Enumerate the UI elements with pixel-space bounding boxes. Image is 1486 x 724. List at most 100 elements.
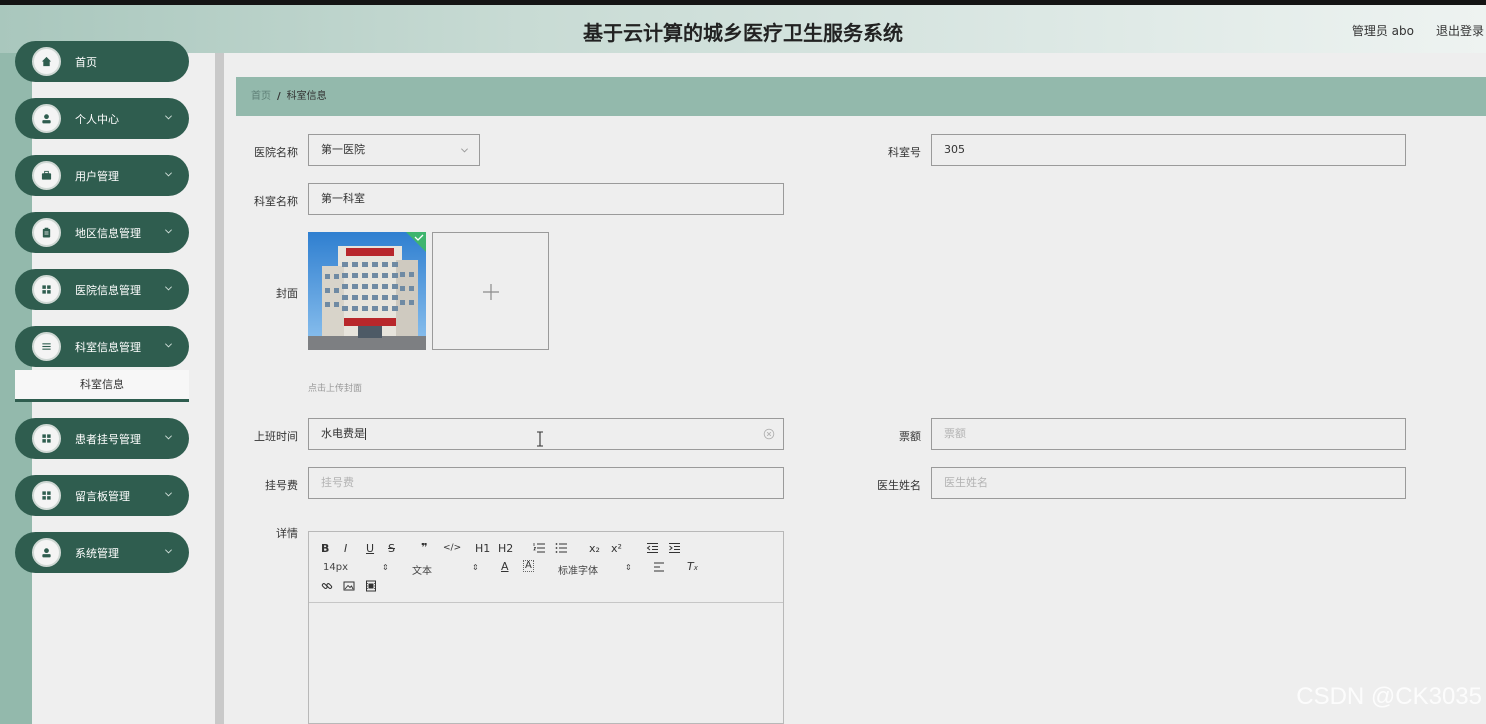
chevron-down-icon: [165, 286, 172, 291]
dept-name-label: 科室名称: [254, 195, 298, 208]
detail-label: 详情: [276, 527, 298, 540]
current-user-label: 管理员 abo: [1351, 24, 1414, 38]
home-icon: [32, 47, 61, 76]
sidebar-item-label: 个人中心: [75, 113, 119, 126]
text-style-select[interactable]: 文本: [412, 562, 432, 577]
indent-icon[interactable]: [668, 542, 681, 554]
hospital-name-label: 医院名称: [254, 146, 298, 159]
grid-icon: [32, 481, 61, 510]
sidebar-item-label: 系统管理: [75, 547, 119, 560]
background-color-icon[interactable]: A: [523, 560, 534, 572]
doctor-name-label: 医生姓名: [877, 479, 921, 492]
font-size-arrows-icon: ⇕: [382, 563, 389, 572]
hospital-building-image: [308, 232, 426, 350]
breadcrumb-home-link[interactable]: 首页: [251, 91, 271, 102]
breadcrumb: 首页 / 科室信息: [236, 77, 1486, 116]
italic-button[interactable]: I: [344, 542, 347, 555]
blockquote-button[interactable]: ❞: [421, 541, 427, 554]
text-caret: [365, 428, 366, 440]
upload-cover-hint: 点击上传封面: [308, 384, 363, 394]
room-no-label: 科室号: [888, 146, 921, 159]
chevron-down-icon: [165, 492, 172, 497]
grid-icon: [32, 424, 61, 453]
video-icon[interactable]: [365, 580, 377, 592]
room-no-input[interactable]: 305: [931, 134, 1406, 166]
rich-text-editor: B I U S ❞ </> H1 H2 x₂ x² 14px ⇕ 文本 ⇕ A …: [308, 531, 784, 724]
app-header: 基于云计算的城乡医疗卫生服务系统 管理员 abo 退出登录: [0, 5, 1486, 53]
doctor-name-input[interactable]: 医生姓名: [931, 467, 1406, 499]
text-style-arrows-icon: ⇕: [472, 563, 479, 572]
work-time-input[interactable]: 水电费是: [308, 418, 784, 450]
code-block-button[interactable]: </>: [443, 543, 461, 553]
sidebar-item-region-management[interactable]: 地区信息管理: [15, 212, 189, 253]
sidebar-item-label: 地区信息管理: [75, 227, 141, 240]
underline-button[interactable]: U: [366, 542, 374, 555]
clear-icon[interactable]: [763, 428, 775, 440]
chevron-down-icon: [165, 435, 172, 440]
work-time-label: 上班时间: [254, 430, 298, 443]
sidebar-item-label: 用户管理: [75, 170, 119, 183]
sidebar-item-system-management[interactable]: 系统管理: [15, 532, 189, 573]
sidebar-item-home[interactable]: 首页: [15, 41, 189, 82]
work-time-value: 水电费是: [321, 427, 365, 440]
watermark: CSDN @CK3035: [1296, 683, 1482, 710]
sidebar-item-registration-management[interactable]: 患者挂号管理: [15, 418, 189, 459]
user-icon: [32, 104, 61, 133]
sidebar-item-label: 医院信息管理: [75, 284, 141, 297]
clear-format-icon[interactable]: Tx: [687, 560, 698, 573]
sidebar-item-hospital-management[interactable]: 医院信息管理: [15, 269, 189, 310]
sidebar-item-personal-center[interactable]: 个人中心: [15, 98, 189, 139]
chevron-down-icon: [165, 549, 172, 554]
superscript-button[interactable]: x²: [611, 542, 622, 555]
subscript-button[interactable]: x₂: [589, 542, 600, 555]
cover-image[interactable]: [308, 232, 426, 350]
ordered-list-icon[interactable]: [533, 542, 546, 554]
breadcrumb-current: 科室信息: [286, 91, 327, 102]
sidebar-item-user-management[interactable]: 用户管理: [15, 155, 189, 196]
breadcrumb-separator: /: [277, 91, 281, 102]
chevron-down-icon: [165, 115, 172, 120]
heading2-button[interactable]: H2: [498, 542, 513, 555]
font-family-arrows-icon: ⇕: [625, 563, 632, 572]
briefcase-icon: [32, 161, 61, 190]
chevron-down-icon: [165, 343, 172, 348]
chevron-down-icon: [461, 148, 468, 153]
sidebar-subitem-department-info[interactable]: 科室信息: [15, 370, 189, 402]
app-title: 基于云计算的城乡医疗卫生服务系统: [583, 21, 903, 45]
hospital-name-select[interactable]: 第一医院: [308, 134, 480, 166]
editor-toolbar: B I U S ❞ </> H1 H2 x₂ x² 14px ⇕ 文本 ⇕ A …: [309, 532, 783, 603]
sidebar-item-label: 留言板管理: [75, 490, 130, 503]
font-family-select[interactable]: 标准字体: [558, 562, 598, 577]
mouse-ibeam-cursor-icon: [537, 431, 543, 447]
ticket-input[interactable]: 票额: [931, 418, 1406, 450]
font-size-select[interactable]: 14px: [323, 562, 348, 573]
bold-button[interactable]: B: [321, 542, 329, 555]
sidebar-item-message-board[interactable]: 留言板管理: [15, 475, 189, 516]
editor-content-area[interactable]: [309, 603, 783, 723]
link-icon[interactable]: [321, 580, 333, 592]
chevron-down-icon: [165, 172, 172, 177]
sidebar-item-department-management[interactable]: 科室信息管理: [15, 326, 189, 367]
heading1-button[interactable]: H1: [475, 542, 490, 555]
reg-fee-input[interactable]: 挂号费: [308, 467, 784, 499]
sidebar-item-label: 首页: [75, 56, 97, 69]
align-icon[interactable]: [653, 561, 665, 573]
plus-icon: [483, 284, 499, 300]
grid-icon: [32, 275, 61, 304]
hospital-name-value: 第一医院: [321, 143, 365, 156]
list-icon: [32, 332, 61, 361]
ticket-label: 票额: [899, 430, 921, 443]
sidebar-item-label: 科室信息管理: [75, 341, 141, 354]
clipboard-icon: [32, 218, 61, 247]
dept-name-input[interactable]: 第一科室: [308, 183, 784, 215]
outdent-icon[interactable]: [646, 542, 659, 554]
image-icon[interactable]: [343, 580, 355, 592]
upload-cover-button[interactable]: [432, 232, 549, 350]
chevron-down-icon: [165, 229, 172, 234]
bullet-list-icon[interactable]: [555, 542, 568, 554]
font-color-icon[interactable]: A: [501, 560, 509, 573]
logout-button[interactable]: 退出登录: [1436, 22, 1484, 39]
strike-button[interactable]: S: [388, 542, 395, 555]
sidebar-item-label: 患者挂号管理: [75, 433, 141, 446]
cover-label: 封面: [276, 287, 298, 300]
